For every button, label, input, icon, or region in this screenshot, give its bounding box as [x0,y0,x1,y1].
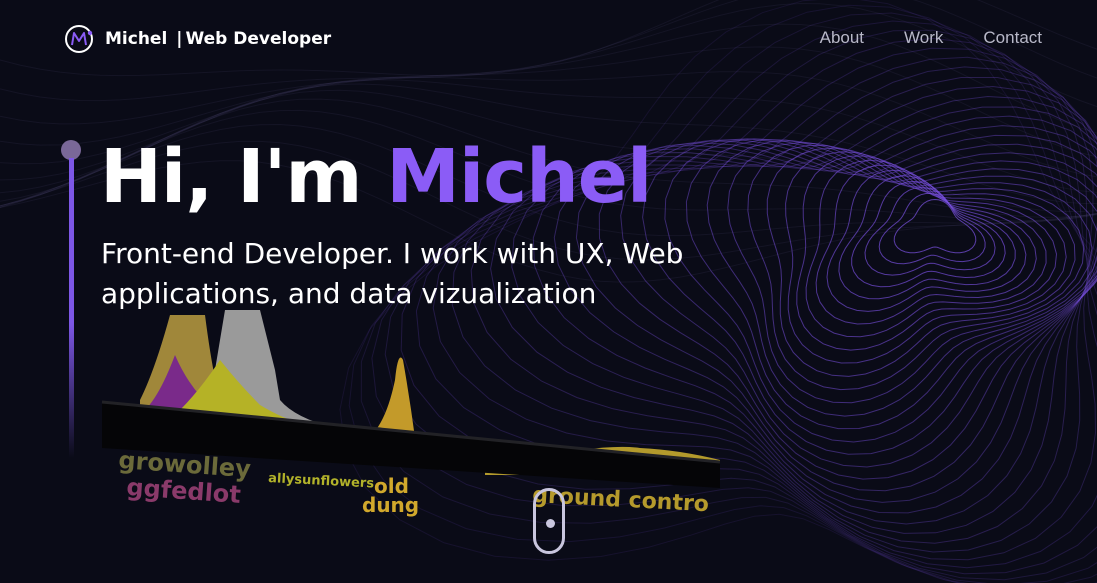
page: Michel | Web Developer About Work Contac… [0,0,1097,583]
brand-role: Web Developer [185,29,332,49]
nav-work[interactable]: Work [904,28,943,48]
ridge-label-dung: dung [362,493,419,517]
timeline-dot [61,140,81,160]
brand-separator: | [176,29,183,49]
main-nav: About Work Contact [820,28,1042,48]
hero-title: Hi, I'm Michel [100,134,652,220]
wave-line [685,139,1097,430]
timeline-line [69,158,74,458]
hero-greeting: Hi, I'm [100,134,362,220]
brand[interactable]: Michel | Web Developer [64,22,331,56]
nav-about[interactable]: About [820,28,864,48]
logo-icon [65,25,93,53]
hero-subtitle: Front-end Developer. I work with UX, Web… [101,237,684,310]
scroll-mouse-icon[interactable] [533,488,565,554]
nav-contact[interactable]: Contact [983,28,1042,48]
scroll-wheel [546,519,555,528]
hero-name: Michel [386,134,652,220]
ridgeline-visualization[interactable]: growolley ggfedlot allysunflowers old du… [100,310,740,540]
ridge-label-allysunflowers: allysunflowers [268,471,375,492]
brand-name: Michel [105,29,168,49]
